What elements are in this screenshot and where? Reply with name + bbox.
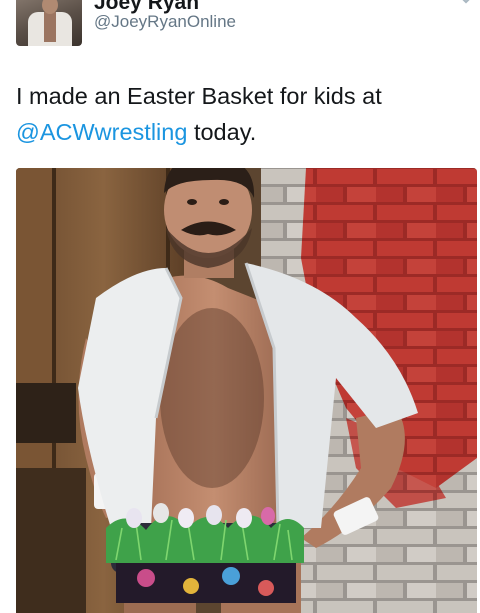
- photo-image: [16, 168, 477, 613]
- tweet-header: Joey Ryan @JoeyRyanOnline: [0, 0, 480, 60]
- chevron-down-icon[interactable]: [458, 0, 474, 6]
- user-handle[interactable]: @JoeyRyanOnline: [94, 12, 236, 32]
- tweet-text-end: today.: [187, 119, 257, 145]
- mention-link[interactable]: @ACWwrestling: [16, 119, 187, 145]
- tweet-photo[interactable]: [16, 168, 477, 613]
- tweet-text-start: I made an Easter Basket for kids at: [16, 83, 382, 109]
- tweet-text: I made an Easter Basket for kids at @ACW…: [16, 78, 466, 150]
- avatar[interactable]: [16, 0, 82, 46]
